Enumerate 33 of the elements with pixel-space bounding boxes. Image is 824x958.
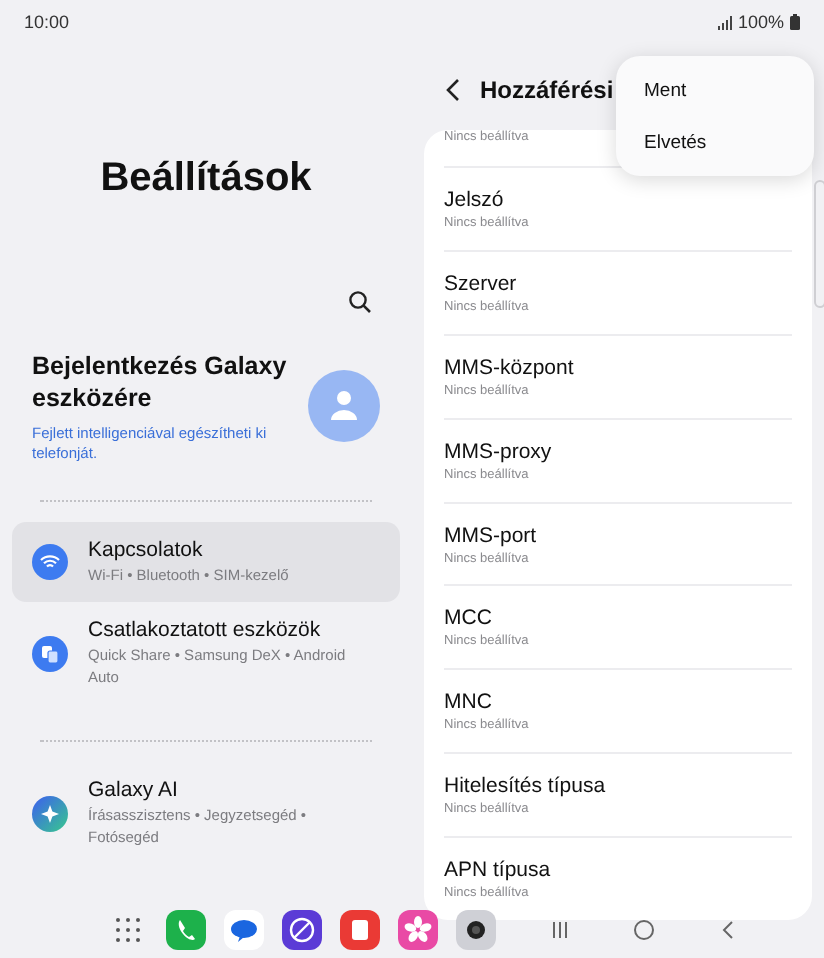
camera-icon[interactable] — [456, 909, 496, 949]
item-title[interactable]: MMS-proxy — [444, 439, 552, 464]
battery-percent: 100% — [737, 12, 784, 32]
item-title: Csatlakoztatott eszközök — [88, 618, 321, 643]
item-title: Kapcsolatok — [88, 537, 203, 562]
search-icon[interactable] — [348, 290, 372, 314]
page-title: Beállítások — [98, 156, 314, 202]
status-time: 10:00 — [24, 12, 70, 32]
item-title[interactable]: MCC — [444, 606, 492, 631]
scrollbar[interactable] — [814, 180, 824, 308]
menu-item[interactable]: Elvetés — [616, 131, 814, 153]
item-title[interactable]: MMS-központ — [444, 355, 574, 380]
messages-icon[interactable] — [224, 909, 264, 949]
sparkle-icon — [32, 795, 68, 832]
gallery-icon[interactable] — [398, 909, 438, 949]
notes-icon[interactable] — [340, 909, 380, 949]
item-title[interactable]: Szerver — [444, 271, 517, 296]
devices-icon — [32, 635, 68, 672]
wifi-icon — [32, 544, 68, 580]
battery-icon — [790, 14, 800, 30]
home-icon[interactable] — [630, 915, 658, 943]
account-title[interactable]: Bejelentkezés Galaxy eszközére — [32, 350, 296, 415]
item-title[interactable]: APN típusa — [444, 858, 551, 883]
item-title[interactable]: Hitelesítés típusa — [444, 774, 606, 799]
back-icon[interactable] — [444, 78, 464, 102]
page-title: Hozzáférési — [480, 76, 614, 104]
signal-icon — [717, 15, 732, 29]
item-title: Galaxy AI — [88, 778, 178, 803]
menu-item[interactable]: Ment — [616, 79, 814, 101]
item-title[interactable]: Jelszó — [444, 187, 504, 212]
item-title[interactable]: MMS-port — [444, 523, 537, 547]
item-title[interactable]: MNC — [444, 690, 492, 715]
phone-icon[interactable] — [166, 909, 206, 949]
